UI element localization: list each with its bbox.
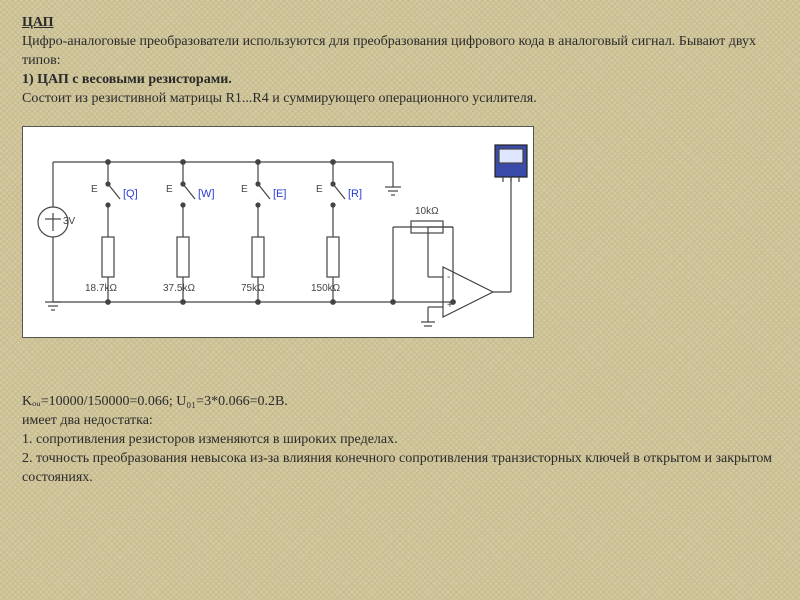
switch4-prefix: E <box>316 183 323 197</box>
formula-line: Kₒᵤ=10000/150000=0.066; U₀₁=3*0.066=0.2В… <box>22 393 778 412</box>
doc-desc1: Состоит из резистивной матрицы R1...R4 и… <box>22 90 778 109</box>
doc-title: ЦАП <box>22 14 778 33</box>
switch3-prefix: E <box>241 183 248 197</box>
circuit-diagram: 3V E [Q] E [W] E [E] E [R] 18.7kΩ 37.5kΩ… <box>22 126 534 338</box>
r2-label: 37.5kΩ <box>163 282 195 296</box>
switch1-prefix: E <box>91 183 98 197</box>
vsource-label: 3V <box>63 215 75 229</box>
opamp-plus: + <box>447 299 453 313</box>
footer-item2: 2. точность преобразования невысока из-з… <box>22 450 778 488</box>
switch1-key: [Q] <box>123 187 138 202</box>
switch2-prefix: E <box>166 183 173 197</box>
opamp-minus: - <box>447 271 450 285</box>
switch2-key: [W] <box>198 187 215 202</box>
doc-type1: 1) ЦАП с весовыми резисторами. <box>22 71 778 90</box>
switch4-key: [R] <box>348 187 362 202</box>
rf-label: 10kΩ <box>415 205 439 219</box>
r4-label: 150kΩ <box>311 282 340 296</box>
r1-label: 18.7kΩ <box>85 282 117 296</box>
footer-item1: 1. сопротивления резисторов изменяются в… <box>22 431 778 450</box>
switch3-key: [E] <box>273 187 286 202</box>
footer-prelist: имеет два недостатка: <box>22 412 778 431</box>
r3-label: 75kΩ <box>241 282 265 296</box>
doc-intro: Цифро-аналоговые преобразователи использ… <box>22 33 778 71</box>
